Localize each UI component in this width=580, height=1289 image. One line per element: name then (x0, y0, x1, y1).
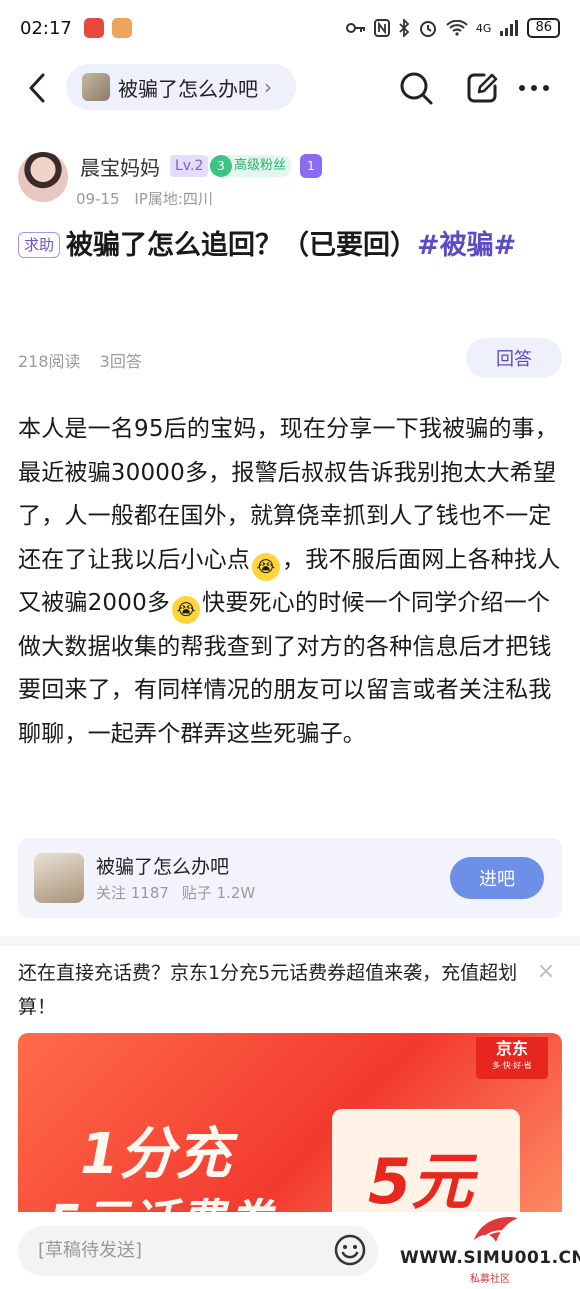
read-count: 218阅读 (18, 352, 81, 371)
answer-button[interactable]: 回答 (466, 338, 562, 378)
answer-count: 3回答 (99, 352, 142, 371)
fan-title: 高级粉丝 (234, 158, 287, 173)
medal-icon: 1 (300, 154, 322, 178)
ad-text[interactable]: 还在直接充话费？京东1分充5元话费券超值来袭，充值超划算！ (18, 956, 518, 1024)
emoji-icon[interactable] (333, 1233, 367, 1267)
edit-button[interactable] (462, 68, 502, 108)
fan-level-icon: 3 (210, 155, 232, 177)
back-button[interactable] (20, 68, 54, 108)
ad-brand-name: 京东 (495, 1039, 528, 1058)
enter-group-button[interactable]: 进吧 (450, 857, 544, 899)
author-name[interactable]: 晨宝妈妈 (80, 152, 160, 181)
app-notification-icon (83, 18, 104, 38)
more-button[interactable] (514, 68, 554, 108)
ip-location: IP属地:四川 (134, 190, 213, 208)
jd-logo: 京东 多·快·好·省 (476, 1037, 548, 1079)
reply-input[interactable]: [草稿待发送] (18, 1226, 378, 1276)
post-title-text: 被骗了怎么追回？（已要回） (66, 230, 418, 261)
watermark-url: WWW.SIMU001.CN (400, 1248, 580, 1268)
group-thumbnail (34, 853, 84, 903)
battery-level: 86 (527, 18, 560, 38)
network-label: 4G (475, 21, 492, 35)
edit-icon (467, 73, 498, 103)
ad-brand-slogan: 多·快·好·省 (492, 1061, 532, 1070)
bluetooth-icon (399, 19, 410, 37)
group-posts: 贴子 1.2W (181, 884, 256, 902)
post-date: 09-15 (76, 190, 120, 208)
status-icons: 4G 86 (345, 18, 560, 38)
hashtag-link[interactable]: #被骗# (417, 230, 516, 261)
key-icon (345, 23, 365, 33)
watermark-label: 私募社区 (470, 1274, 510, 1285)
ad-banner[interactable]: 京东 多·快·好·省 1分充 5元话费券 5元 (18, 1033, 562, 1233)
section-divider (0, 936, 580, 946)
crying-emoji-icon: 😭 (252, 552, 280, 581)
group-card-meta: 关注 1187 贴子 1.2W (96, 882, 263, 903)
chevron-right-icon: › (264, 75, 272, 99)
watermark-logo-icon (474, 1216, 518, 1242)
nav-bar: 被骗了怎么办吧 › (0, 58, 580, 118)
search-icon (400, 72, 433, 105)
group-pill-button[interactable]: 被骗了怎么办吧 › (66, 64, 296, 110)
bottom-bar: [草稿待发送] WWW.SIMU001.CN 私募社区 (0, 1212, 580, 1289)
ad-headline: 1分充 (80, 1122, 231, 1187)
game-notification-icon (111, 18, 132, 38)
alarm-icon (419, 21, 436, 37)
watermark: WWW.SIMU001.CN 私募社区 (400, 1212, 580, 1289)
coupon-value: 5元 (368, 1145, 474, 1218)
post-body: 本人是一名95后的宝妈，现在分享一下我被骗的事，最近被骗30000多，报警后叔叔… (18, 408, 566, 756)
group-card[interactable]: 被骗了怎么办吧 关注 1187 贴子 1.2W 进吧 (18, 838, 562, 918)
more-icon (519, 85, 549, 91)
group-followers: 关注 1187 (96, 884, 169, 902)
group-card-name: 被骗了怎么办吧 (96, 856, 230, 878)
status-time: 02:17 (20, 17, 72, 39)
status-bar: 02:17 4G 86 (0, 0, 580, 56)
signal-icon (500, 20, 519, 36)
nfc-icon (373, 19, 390, 37)
author-meta: 09-15 IP属地:四川 (76, 188, 223, 209)
post-stats: 218阅读 3回答 (18, 348, 156, 372)
search-button[interactable] (396, 68, 436, 108)
group-pill-label: 被骗了怎么办吧 (118, 76, 258, 101)
group-thumbnail (82, 73, 110, 101)
post-author: 晨宝妈妈 Lv.2 3 高级粉丝 1 09-15 IP属地:四川 (18, 150, 578, 210)
help-tag: 求助 (18, 232, 61, 258)
level-badge: Lv.2 (170, 155, 209, 177)
fan-badge: 3 高级粉丝 (210, 155, 293, 177)
avatar[interactable] (18, 152, 68, 202)
wifi-icon (446, 20, 468, 36)
crying-emoji-icon: 😭 (172, 596, 201, 624)
back-arrow-icon (29, 73, 45, 103)
close-icon[interactable]: × (536, 961, 556, 983)
post-title: 求助 被骗了怎么追回？（已要回）#被骗# (18, 222, 563, 270)
